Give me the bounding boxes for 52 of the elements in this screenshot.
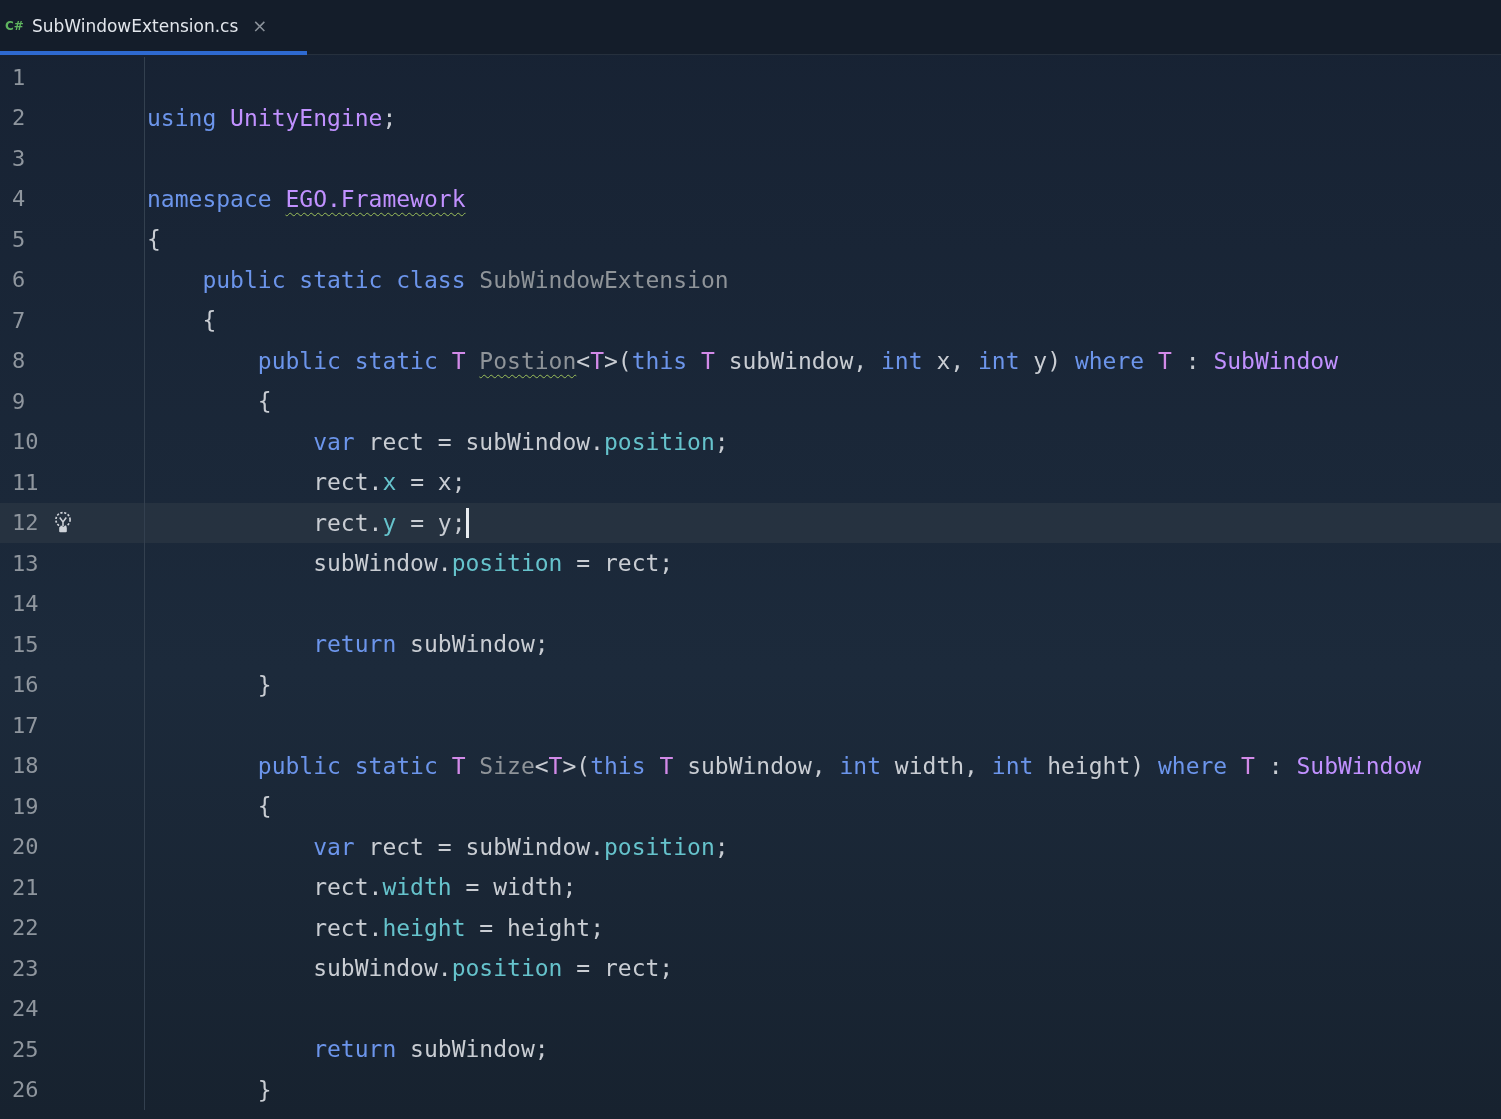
line-number: 19 bbox=[12, 793, 40, 819]
code-line: rect.x = x; bbox=[313, 469, 466, 496]
lightbulb-icon[interactable] bbox=[54, 510, 72, 535]
line-number: 22 bbox=[12, 915, 40, 941]
line-number: 16 bbox=[12, 672, 40, 698]
code-line: rect.y = y; bbox=[313, 509, 466, 536]
code-line: } bbox=[257, 1076, 272, 1103]
code-line: { bbox=[257, 388, 272, 415]
csharp-file-icon: C# bbox=[5, 18, 24, 33]
line-number: 11 bbox=[12, 469, 40, 495]
code-line: subWindow.position = rect; bbox=[313, 955, 674, 982]
line-number: 4 bbox=[12, 186, 27, 212]
tab-filename: SubWindowExtension.cs bbox=[31, 15, 239, 36]
line-number: 9 bbox=[12, 388, 27, 414]
code-line: return subWindow; bbox=[313, 1036, 549, 1063]
line-number: 25 bbox=[12, 1036, 40, 1062]
line-number: 10 bbox=[12, 429, 40, 455]
close-icon[interactable]: × bbox=[252, 15, 268, 36]
line-number: 3 bbox=[12, 145, 27, 171]
code-line: public static T Postion<T>(this T subWindow, int x, int y) where T : SubWindow bbox=[257, 347, 1338, 374]
code-line: namespace EGO.Framework bbox=[147, 185, 466, 212]
line-number: 18 bbox=[12, 753, 40, 779]
text-cursor bbox=[465, 507, 469, 538]
code-line: { bbox=[257, 793, 272, 820]
line-number: 5 bbox=[12, 226, 27, 252]
line-number: 1 bbox=[12, 64, 27, 90]
code-line: var rect = subWindow.position; bbox=[313, 833, 729, 860]
line-number: 23 bbox=[12, 955, 40, 981]
code-line: subWindow.position = rect; bbox=[313, 550, 674, 577]
line-number: 20 bbox=[12, 834, 40, 860]
line-number: 15 bbox=[12, 631, 40, 657]
code-line: public static class SubWindowExtension bbox=[202, 266, 729, 293]
line-number: 13 bbox=[12, 550, 40, 576]
line-number: 14 bbox=[12, 591, 40, 617]
line-number: 2 bbox=[12, 105, 27, 131]
line-number: 12 bbox=[12, 510, 40, 536]
line-number: 7 bbox=[12, 307, 27, 333]
line-number: 8 bbox=[12, 348, 27, 374]
line-number: 24 bbox=[12, 996, 40, 1022]
code-line: using UnityEngine; bbox=[147, 104, 397, 131]
code-line: var rect = subWindow.position; bbox=[313, 428, 729, 455]
line-number: 17 bbox=[12, 712, 40, 738]
line-number: 21 bbox=[12, 874, 40, 900]
code-line: rect.width = width; bbox=[313, 874, 577, 901]
code-line: return subWindow; bbox=[313, 631, 549, 658]
code-line: rect.height = height; bbox=[313, 914, 604, 941]
code-line: { bbox=[147, 226, 161, 253]
line-number: 26 bbox=[12, 1077, 40, 1103]
code-line: } bbox=[257, 671, 272, 698]
code-line: { bbox=[202, 307, 217, 334]
line-number: 6 bbox=[12, 267, 27, 293]
code-line: public static T Size<T>(this T subWindow, int width, int height) where T : SubWindow bbox=[257, 752, 1422, 779]
